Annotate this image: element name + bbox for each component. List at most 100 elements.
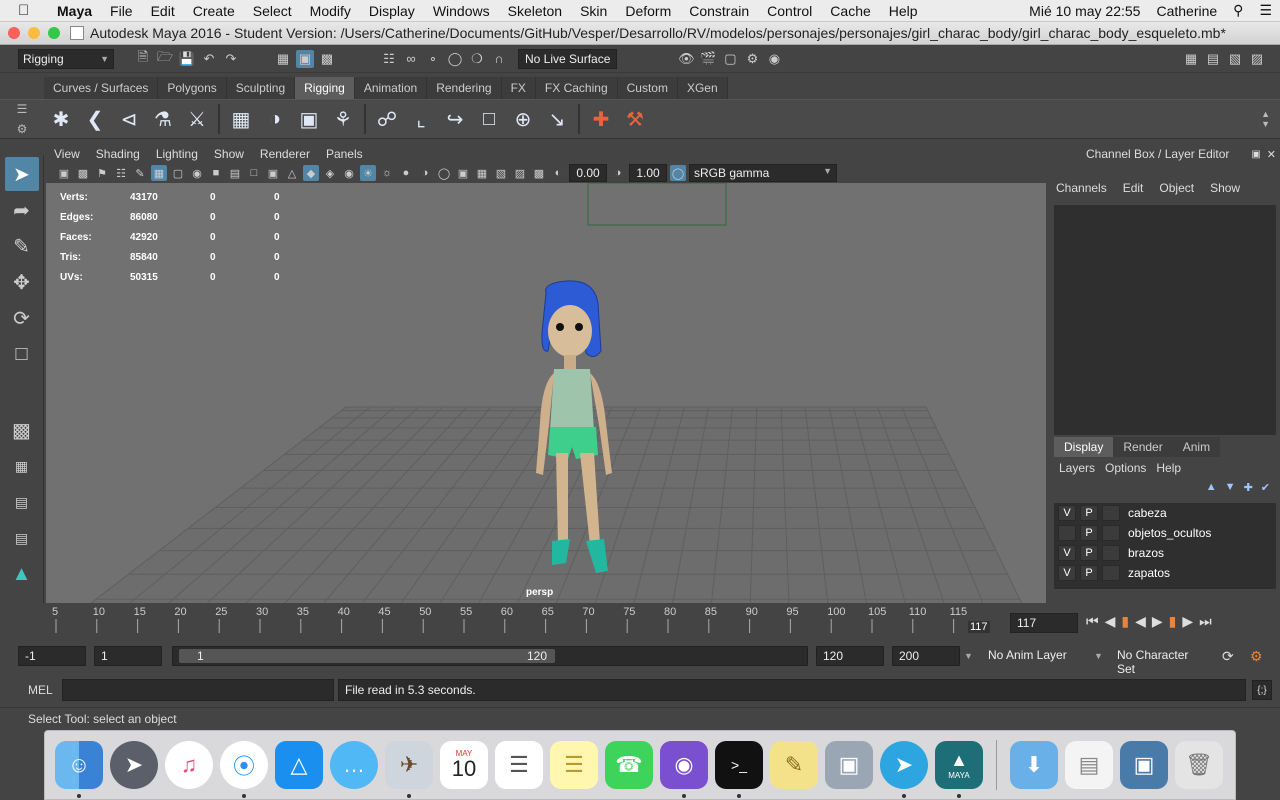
live-surface-field[interactable]: No Live Surface (518, 48, 618, 69)
shelf-menu-icon[interactable]: ☰ (17, 102, 28, 116)
layer-row[interactable]: V P zapatos (1054, 563, 1276, 583)
menu-help[interactable]: Help (880, 3, 927, 19)
layer-visibility-toggle[interactable]: V (1058, 505, 1076, 521)
close-window-button[interactable] (8, 27, 20, 39)
safe-title-icon[interactable]: ▣ (265, 165, 281, 181)
close-panel-icon[interactable]: ✕ (1267, 148, 1276, 161)
script-language-toggle[interactable]: MEL (28, 683, 53, 697)
layer-playback-toggle[interactable]: P (1080, 525, 1098, 541)
channel-box-menu-object[interactable]: Object (1151, 181, 1202, 195)
perspective-viewport[interactable]: Verts: 43170 0 0 Edges: 86080 0 0 Faces: 42920 0… (46, 183, 1046, 603)
play-backwards-icon[interactable]: ◀ (1135, 613, 1146, 630)
tab-xgen[interactable]: XGen (677, 77, 728, 99)
pole-vector-icon[interactable]: ↘ (540, 102, 574, 136)
workspace-icon[interactable]: ▦ (1182, 50, 1200, 68)
new-empty-layer-icon[interactable]: ✚ (1244, 481, 1253, 494)
ik-spline-icon[interactable]: ⊲ (112, 102, 146, 136)
resolution-gate-icon[interactable]: ◉ (189, 165, 205, 181)
layer-display-type-toggle[interactable] (1102, 565, 1120, 581)
telegram-icon[interactable]: ➤ (880, 741, 928, 798)
use-all-lights-icon[interactable]: ☀ (360, 165, 376, 181)
menu-skeleton[interactable]: Skeleton (499, 3, 571, 19)
select-object-icon[interactable]: ▣ (296, 49, 314, 68)
paint-weights-icon[interactable]: ◑ (258, 102, 292, 136)
app-menu[interactable]: Maya (48, 3, 101, 19)
layer-visibility-toggle[interactable]: V (1058, 545, 1076, 561)
orient-constraint-icon[interactable]: ↪ (438, 102, 472, 136)
tab-rendering[interactable]: Rendering (427, 77, 502, 99)
notes-icon[interactable]: ☰ (550, 741, 598, 789)
step-forward-frame-icon[interactable]: ▮ (1169, 613, 1177, 630)
tab-anim-layers[interactable]: Anim (1172, 437, 1221, 457)
bookmark-icon[interactable]: ⚑ (94, 165, 110, 181)
render-current-frame-icon[interactable]: 🎬 (699, 50, 717, 68)
shadows-icon[interactable]: ☼ (379, 165, 395, 181)
viewport-menu-lighting[interactable]: Lighting (148, 147, 206, 161)
layer-display-type-toggle[interactable] (1102, 525, 1120, 541)
grease-pencil-icon[interactable]: ✎ (132, 165, 148, 181)
tab-fx[interactable]: FX (501, 77, 536, 99)
channel-box-menu-channels[interactable]: Channels (1048, 181, 1115, 195)
viewport-menu-show[interactable]: Show (206, 147, 252, 161)
apple-icon[interactable]:  (18, 2, 40, 19)
user-name[interactable]: Catherine (1148, 3, 1225, 19)
menu-edit[interactable]: Edit (142, 3, 184, 19)
select-tool-icon[interactable]: ➤ (4, 157, 39, 191)
spotlight-icon[interactable]: ⚲ (1225, 2, 1251, 19)
menu-deform[interactable]: Deform (616, 3, 680, 19)
tab-sculpting[interactable]: Sculpting (226, 77, 296, 99)
time-slider[interactable]: 5 10 15 20 25 30 35 40 45 50 55 60 65 70 75 80 85 90 95 100… (18, 603, 1008, 635)
parent-constraint-icon[interactable]: ☍ (370, 102, 404, 136)
move-layer-up-icon[interactable]: ▲ (1206, 481, 1217, 494)
tab-animation[interactable]: Animation (354, 77, 428, 99)
xray-components-icon[interactable]: ▩ (531, 165, 547, 181)
undo-icon[interactable]: ↶ (200, 50, 218, 68)
playback-start-field[interactable]: 1 (94, 646, 162, 666)
smooth-shade-icon[interactable]: ◆ (303, 165, 319, 181)
menu-select[interactable]: Select (244, 3, 301, 19)
graph-editor-layout-icon[interactable]: ▤ (5, 521, 39, 555)
animation-preferences-icon[interactable]: ⚙ (1250, 648, 1263, 665)
point-constraint-icon[interactable]: ⌞ (404, 102, 438, 136)
character-set-dropdown[interactable]: No Character Set (1111, 646, 1215, 676)
step-back-frame-icon[interactable]: ▮ (1121, 613, 1129, 630)
go-to-end-icon[interactable]: ⏭ (1199, 613, 1212, 630)
layer-name[interactable]: cabeza (1128, 506, 1167, 520)
layer-visibility-toggle[interactable]: V (1058, 565, 1076, 581)
menu-cache[interactable]: Cache (821, 3, 879, 19)
insert-joint-icon[interactable]: ⚗ (146, 102, 180, 136)
multisample-aa-icon[interactable]: ◯ (436, 165, 452, 181)
select-hierarchy-icon[interactable]: ▦ (274, 50, 292, 68)
tab-rigging[interactable]: Rigging (295, 77, 355, 99)
snap-point-icon[interactable]: ∘ (424, 50, 442, 68)
layer-playback-toggle[interactable]: P (1080, 545, 1098, 561)
channel-box-menu-edit[interactable]: Edit (1115, 181, 1152, 195)
xray-icon[interactable]: ▧ (493, 165, 509, 181)
float-panel-icon[interactable]: ▣ (1251, 149, 1260, 160)
channel-box-list[interactable] (1054, 205, 1276, 451)
motion-blur-icon[interactable]: ◑ (417, 165, 433, 181)
github-desktop-icon[interactable]: ◉ (660, 741, 708, 798)
cluster-icon[interactable]: ⚘ (326, 102, 360, 136)
go-to-start-icon[interactable]: ⏮ (1086, 613, 1099, 630)
itunes-icon[interactable]: ♫ (165, 741, 213, 789)
ipr-render-icon[interactable]: ▢ (721, 50, 739, 68)
viewport-menu-panels[interactable]: Panels (318, 147, 371, 161)
shelf-scroll[interactable]: ▲ ▼ (1261, 109, 1270, 129)
play-forwards-icon[interactable]: ▶ (1152, 613, 1163, 630)
script-editor-icon[interactable]: {;} (1252, 680, 1272, 700)
isolate-select-icon[interactable]: ▦ (474, 165, 490, 181)
select-component-icon[interactable]: ▩ (318, 50, 336, 68)
single-perspective-view-icon[interactable]: ▩ (5, 413, 39, 447)
magnet-icon[interactable]: ∩ (490, 50, 508, 68)
aim-constraint-icon[interactable]: ⊕ (506, 102, 540, 136)
playback-end-field[interactable]: 120 (816, 646, 884, 666)
render-settings-icon[interactable]: ⚙ (743, 50, 761, 68)
step-back-key-icon[interactable]: ◀ (1105, 613, 1116, 630)
four-view-layout-icon[interactable]: ▦ (5, 449, 39, 483)
new-layer-from-selection-icon[interactable]: ✔ (1261, 481, 1270, 494)
calendar-icon[interactable]: MAY 10 (440, 741, 488, 789)
lattice-icon[interactable]: ▣ (292, 102, 326, 136)
film-gate-icon[interactable]: ▢ (170, 165, 186, 181)
make-live-icon[interactable]: ❍ (468, 50, 486, 68)
